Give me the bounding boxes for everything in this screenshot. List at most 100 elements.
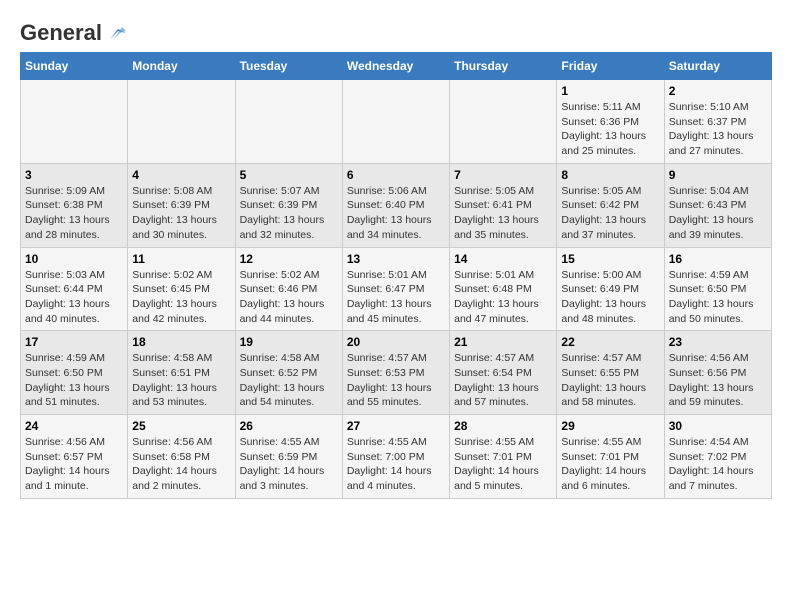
calendar-cell: 17 Sunrise: 4:59 AM Sunset: 6:50 PM Dayli…: [21, 331, 128, 415]
calendar-cell: [450, 80, 557, 164]
day-number: 7: [454, 168, 552, 182]
day-number: 1: [561, 84, 659, 98]
day-info: Sunrise: 4:57 AM Sunset: 6:54 PM Dayligh…: [454, 351, 552, 410]
day-number: 17: [25, 335, 123, 349]
day-info: Sunrise: 4:59 AM Sunset: 6:50 PM Dayligh…: [25, 351, 123, 410]
day-info: Sunrise: 5:04 AM Sunset: 6:43 PM Dayligh…: [669, 184, 767, 243]
calendar-cell: [235, 80, 342, 164]
day-info: Sunrise: 4:55 AM Sunset: 7:00 PM Dayligh…: [347, 435, 445, 494]
calendar-cell: 1 Sunrise: 5:11 AM Sunset: 6:36 PM Daylig…: [557, 80, 664, 164]
day-number: 16: [669, 252, 767, 266]
day-info: Sunrise: 5:05 AM Sunset: 6:42 PM Dayligh…: [561, 184, 659, 243]
calendar-header: SundayMondayTuesdayWednesdayThursdayFrid…: [21, 53, 772, 80]
calendar-cell: 29 Sunrise: 4:55 AM Sunset: 7:01 PM Dayli…: [557, 415, 664, 499]
calendar-week-row: 1 Sunrise: 5:11 AM Sunset: 6:36 PM Daylig…: [21, 80, 772, 164]
calendar-cell: 21 Sunrise: 4:57 AM Sunset: 6:54 PM Dayli…: [450, 331, 557, 415]
day-info: Sunrise: 4:56 AM Sunset: 6:56 PM Dayligh…: [669, 351, 767, 410]
day-number: 22: [561, 335, 659, 349]
calendar-cell: [342, 80, 449, 164]
day-number: 29: [561, 419, 659, 433]
calendar-cell: 27 Sunrise: 4:55 AM Sunset: 7:00 PM Dayli…: [342, 415, 449, 499]
day-info: Sunrise: 4:57 AM Sunset: 6:55 PM Dayligh…: [561, 351, 659, 410]
calendar-week-row: 3Sunrise: 5:09 AM Sunset: 6:38 PM Daylig…: [21, 163, 772, 247]
calendar-body: 1 Sunrise: 5:11 AM Sunset: 6:36 PM Daylig…: [21, 80, 772, 499]
day-number: 13: [347, 252, 445, 266]
day-info: Sunrise: 5:08 AM Sunset: 6:39 PM Dayligh…: [132, 184, 230, 243]
day-info: Sunrise: 5:11 AM Sunset: 6:36 PM Dayligh…: [561, 100, 659, 159]
day-info: Sunrise: 5:06 AM Sunset: 6:40 PM Dayligh…: [347, 184, 445, 243]
calendar-cell: 3Sunrise: 5:09 AM Sunset: 6:38 PM Daylig…: [21, 163, 128, 247]
calendar-cell: 2 Sunrise: 5:10 AM Sunset: 6:37 PM Daylig…: [664, 80, 771, 164]
calendar-cell: 13 Sunrise: 5:01 AM Sunset: 6:47 PM Dayli…: [342, 247, 449, 331]
day-number: 21: [454, 335, 552, 349]
day-number: 28: [454, 419, 552, 433]
day-info: Sunrise: 5:10 AM Sunset: 6:37 PM Dayligh…: [669, 100, 767, 159]
day-info: Sunrise: 4:55 AM Sunset: 7:01 PM Dayligh…: [454, 435, 552, 494]
calendar-cell: 7 Sunrise: 5:05 AM Sunset: 6:41 PM Daylig…: [450, 163, 557, 247]
weekday-header-tuesday: Tuesday: [235, 53, 342, 80]
weekday-header-row: SundayMondayTuesdayWednesdayThursdayFrid…: [21, 53, 772, 80]
calendar-cell: 24 Sunrise: 4:56 AM Sunset: 6:57 PM Dayli…: [21, 415, 128, 499]
day-number: 4: [132, 168, 230, 182]
calendar-cell: 26Sunrise: 4:55 AM Sunset: 6:59 PM Dayli…: [235, 415, 342, 499]
day-info: Sunrise: 5:05 AM Sunset: 6:41 PM Dayligh…: [454, 184, 552, 243]
weekday-header-friday: Friday: [557, 53, 664, 80]
calendar-cell: 15Sunrise: 5:00 AM Sunset: 6:49 PM Dayli…: [557, 247, 664, 331]
day-number: 5: [240, 168, 338, 182]
day-info: Sunrise: 5:01 AM Sunset: 6:47 PM Dayligh…: [347, 268, 445, 327]
day-number: 27: [347, 419, 445, 433]
day-number: 10: [25, 252, 123, 266]
day-number: 26: [240, 419, 338, 433]
weekday-header-saturday: Saturday: [664, 53, 771, 80]
calendar-table: SundayMondayTuesdayWednesdayThursdayFrid…: [20, 52, 772, 499]
day-info: Sunrise: 4:54 AM Sunset: 7:02 PM Dayligh…: [669, 435, 767, 494]
weekday-header-monday: Monday: [128, 53, 235, 80]
calendar-week-row: 17 Sunrise: 4:59 AM Sunset: 6:50 PM Dayli…: [21, 331, 772, 415]
calendar-cell: 8 Sunrise: 5:05 AM Sunset: 6:42 PM Daylig…: [557, 163, 664, 247]
calendar-cell: 10 Sunrise: 5:03 AM Sunset: 6:44 PM Dayli…: [21, 247, 128, 331]
calendar-cell: 22 Sunrise: 4:57 AM Sunset: 6:55 PM Dayli…: [557, 331, 664, 415]
calendar-cell: 6 Sunrise: 5:06 AM Sunset: 6:40 PM Daylig…: [342, 163, 449, 247]
calendar-cell: 16Sunrise: 4:59 AM Sunset: 6:50 PM Dayli…: [664, 247, 771, 331]
day-number: 30: [669, 419, 767, 433]
calendar-cell: 28 Sunrise: 4:55 AM Sunset: 7:01 PM Dayli…: [450, 415, 557, 499]
weekday-header-wednesday: Wednesday: [342, 53, 449, 80]
calendar-week-row: 10 Sunrise: 5:03 AM Sunset: 6:44 PM Dayli…: [21, 247, 772, 331]
day-number: 24: [25, 419, 123, 433]
logo-bird-icon: [104, 25, 126, 41]
calendar-cell: [21, 80, 128, 164]
page-header: General: [20, 20, 772, 42]
day-info: Sunrise: 4:56 AM Sunset: 6:57 PM Dayligh…: [25, 435, 123, 494]
day-info: Sunrise: 4:57 AM Sunset: 6:53 PM Dayligh…: [347, 351, 445, 410]
day-number: 8: [561, 168, 659, 182]
day-number: 2: [669, 84, 767, 98]
calendar-cell: 23 Sunrise: 4:56 AM Sunset: 6:56 PM Dayli…: [664, 331, 771, 415]
calendar-cell: 30 Sunrise: 4:54 AM Sunset: 7:02 PM Dayli…: [664, 415, 771, 499]
calendar-cell: 5 Sunrise: 5:07 AM Sunset: 6:39 PM Daylig…: [235, 163, 342, 247]
weekday-header-thursday: Thursday: [450, 53, 557, 80]
day-info: Sunrise: 5:09 AM Sunset: 6:38 PM Dayligh…: [25, 184, 123, 243]
day-info: Sunrise: 5:02 AM Sunset: 6:46 PM Dayligh…: [240, 268, 338, 327]
day-number: 19: [240, 335, 338, 349]
day-info: Sunrise: 5:03 AM Sunset: 6:44 PM Dayligh…: [25, 268, 123, 327]
day-number: 15: [561, 252, 659, 266]
calendar-cell: 12 Sunrise: 5:02 AM Sunset: 6:46 PM Dayli…: [235, 247, 342, 331]
calendar-cell: 25Sunrise: 4:56 AM Sunset: 6:58 PM Dayli…: [128, 415, 235, 499]
day-info: Sunrise: 5:07 AM Sunset: 6:39 PM Dayligh…: [240, 184, 338, 243]
day-info: Sunrise: 4:58 AM Sunset: 6:51 PM Dayligh…: [132, 351, 230, 410]
day-number: 9: [669, 168, 767, 182]
calendar-cell: 11 Sunrise: 5:02 AM Sunset: 6:45 PM Dayli…: [128, 247, 235, 331]
day-info: Sunrise: 5:02 AM Sunset: 6:45 PM Dayligh…: [132, 268, 230, 327]
day-number: 14: [454, 252, 552, 266]
calendar-cell: 20Sunrise: 4:57 AM Sunset: 6:53 PM Dayli…: [342, 331, 449, 415]
day-info: Sunrise: 4:55 AM Sunset: 7:01 PM Dayligh…: [561, 435, 659, 494]
day-number: 12: [240, 252, 338, 266]
day-info: Sunrise: 4:58 AM Sunset: 6:52 PM Dayligh…: [240, 351, 338, 410]
calendar-week-row: 24 Sunrise: 4:56 AM Sunset: 6:57 PM Dayli…: [21, 415, 772, 499]
day-number: 6: [347, 168, 445, 182]
day-number: 23: [669, 335, 767, 349]
day-number: 11: [132, 252, 230, 266]
calendar-cell: [128, 80, 235, 164]
day-number: 25: [132, 419, 230, 433]
calendar-cell: 14Sunrise: 5:01 AM Sunset: 6:48 PM Dayli…: [450, 247, 557, 331]
